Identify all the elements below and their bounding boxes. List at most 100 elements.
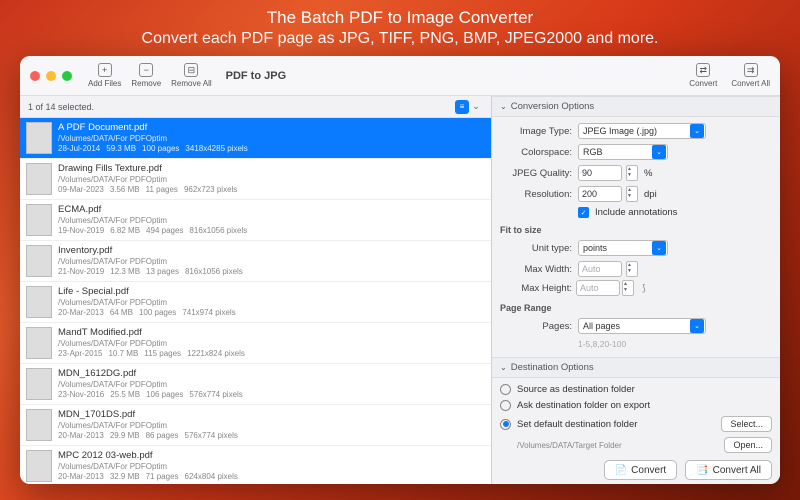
chevron-down-icon: ⌄ [500, 102, 507, 111]
file-thumbnail [26, 122, 52, 154]
dest-source-radio[interactable] [500, 384, 511, 395]
colorspace-select[interactable]: RGB ⌄ [578, 144, 668, 160]
file-row[interactable]: ECMA.pdf/Volumes/DATA/For PDFOptim19-Nov… [20, 200, 491, 241]
pages-hint: 1-5,8,20-100 [578, 339, 772, 349]
file-meta: 09-Mar-20233.56 MB11 pages962x723 pixels [58, 185, 237, 194]
resolution-input[interactable]: 200 [578, 186, 622, 202]
file-path: /Volumes/DATA/For PDFOptim [58, 421, 238, 430]
file-name: A PDF Document.pdf [58, 122, 248, 133]
max-width-label: Max Width: [500, 264, 572, 275]
toolbar-convert-all-button[interactable]: ⇉ Convert All [731, 63, 770, 88]
file-row[interactable]: A PDF Document.pdf/Volumes/DATA/For PDFO… [20, 118, 491, 159]
dest-ask-radio[interactable] [500, 400, 511, 411]
add-files-label: Add Files [88, 79, 121, 88]
file-row[interactable]: Drawing Fills Texture.pdf/Volumes/DATA/F… [20, 159, 491, 200]
file-meta: 19-Nov-20196.82 MB494 pages816x1056 pixe… [58, 226, 247, 235]
zoom-icon[interactable] [62, 71, 72, 81]
image-type-select[interactable]: JPEG Image (.jpg) ⌄ [578, 123, 706, 139]
toolbar-convert-button[interactable]: ⇄ Convert [689, 63, 717, 88]
file-name: ECMA.pdf [58, 204, 247, 215]
unit-type-value: points [583, 243, 607, 253]
convert-all-icon: ⇉ [744, 63, 758, 77]
dest-default-radio[interactable] [500, 419, 511, 430]
file-thumbnail [26, 245, 52, 277]
file-row[interactable]: MandT Modified.pdf/Volumes/DATA/For PDFO… [20, 323, 491, 364]
convert-button[interactable]: 📄 Convert [604, 460, 677, 480]
file-row[interactable]: Inventory.pdf/Volumes/DATA/For PDFOptim2… [20, 241, 491, 282]
lock-aspect-icon[interactable]: ⟆ [642, 283, 646, 294]
dest-ask-label: Ask destination folder on export [517, 400, 650, 411]
chevron-down-icon: ⌄ [690, 319, 704, 333]
app-title: PDF to JPG [226, 70, 287, 82]
remove-button[interactable]: − Remove [131, 63, 161, 88]
max-height-input[interactable]: Auto [576, 280, 620, 296]
remove-label: Remove [131, 79, 161, 88]
select-folder-button[interactable]: Select... [721, 416, 772, 432]
toolbar-convert-all-label: Convert All [731, 79, 770, 88]
file-row[interactable]: MDN_1612DG.pdf/Volumes/DATA/For PDFOptim… [20, 364, 491, 405]
file-row[interactable]: MDN_1701DS.pdf/Volumes/DATA/For PDFOptim… [20, 405, 491, 446]
file-meta: 20-Mar-201329.9 MB86 pages576x774 pixels [58, 431, 238, 440]
max-height-placeholder: Auto [580, 283, 599, 293]
file-thumbnail [26, 163, 52, 195]
window-controls [30, 71, 72, 81]
file-meta: 23-Nov-201625.5 MB106 pages576x774 pixel… [58, 390, 243, 399]
unit-type-select[interactable]: points ⌄ [578, 240, 668, 256]
hero-title: The Batch PDF to Image Converter [267, 8, 533, 28]
file-thumbnail [26, 368, 52, 400]
file-meta: 20-Mar-201364 MB100 pages741x974 pixels [58, 308, 236, 317]
dest-source-label: Source as destination folder [517, 384, 635, 395]
include-annotations-checkbox[interactable]: ✓ [578, 207, 589, 218]
quality-stepper[interactable]: ▲▼ [626, 165, 638, 181]
minimize-icon[interactable] [46, 71, 56, 81]
file-list: A PDF Document.pdf/Volumes/DATA/For PDFO… [20, 118, 491, 484]
file-name: Drawing Fills Texture.pdf [58, 163, 237, 174]
file-path: /Volumes/DATA/For PDFOptim [58, 257, 243, 266]
destination-options-header[interactable]: ⌄ Destination Options [492, 357, 780, 378]
max-width-stepper[interactable]: ▲▼ [626, 261, 638, 277]
file-path: /Volumes/DATA/For PDFOptim [58, 462, 238, 471]
file-meta: 21-Nov-201912.3 MB13 pages816x1056 pixel… [58, 267, 243, 276]
remove-all-label: Remove All [171, 79, 211, 88]
conversion-options-header[interactable]: ⌄ Conversion Options [492, 96, 780, 117]
fit-to-size-heading: Fit to size [500, 225, 772, 235]
add-files-button[interactable]: + Add Files [88, 63, 121, 88]
file-name: MDN_1612DG.pdf [58, 368, 243, 379]
titlebar: + Add Files − Remove ⊟ Remove All PDF to… [20, 56, 780, 96]
file-name: Inventory.pdf [58, 245, 243, 256]
plus-icon: + [98, 63, 112, 77]
open-folder-button[interactable]: Open... [724, 437, 772, 453]
convert-all-button[interactable]: 📑 Convert All [685, 460, 772, 480]
file-name: MDN_1701DS.pdf [58, 409, 238, 420]
jpeg-quality-input[interactable]: 90 [578, 165, 622, 181]
file-thumbnail [26, 450, 52, 482]
quality-unit: % [644, 168, 652, 179]
toolbar-convert-label: Convert [689, 79, 717, 88]
file-path: /Volumes/DATA/For PDFOptim [58, 380, 243, 389]
file-thumbnail [26, 327, 52, 359]
sort-button[interactable]: ≡ [455, 100, 469, 114]
file-row[interactable]: MPC 2012 03-web.pdf/Volumes/DATA/For PDF… [20, 446, 491, 484]
image-type-label: Image Type: [500, 126, 572, 137]
close-icon[interactable] [30, 71, 40, 81]
file-meta: 23-Apr-201510.7 MB115 pages1221x824 pixe… [58, 349, 245, 358]
max-width-input[interactable]: Auto [578, 261, 622, 277]
file-meta: 28-Jul-201459.3 MB100 pages3418x4285 pix… [58, 144, 248, 153]
app-window: + Add Files − Remove ⊟ Remove All PDF to… [20, 56, 780, 484]
remove-all-button[interactable]: ⊟ Remove All [171, 63, 211, 88]
dest-default-label: Set default destination folder [517, 419, 637, 430]
file-row[interactable]: Life - Special.pdf/Volumes/DATA/For PDFO… [20, 282, 491, 323]
pages-select[interactable]: All pages ⌄ [578, 318, 706, 334]
resolution-stepper[interactable]: ▲▼ [626, 186, 638, 202]
convert-icon: ⇄ [696, 63, 710, 77]
pages-value: All pages [583, 321, 620, 331]
chevron-down-icon: ⌄ [652, 145, 666, 159]
options-panel: ⌄ Conversion Options Image Type: JPEG Im… [492, 96, 780, 484]
clear-icon: ⊟ [184, 63, 198, 77]
resolution-value: 200 [582, 189, 597, 199]
convert-icon: 📄 [615, 465, 627, 476]
max-height-stepper[interactable]: ▲▼ [622, 280, 634, 296]
resolution-unit: dpi [644, 189, 657, 200]
file-meta: 20-Mar-201332.9 MB71 pages624x804 pixels [58, 472, 238, 481]
collapse-list-button[interactable]: ⌄ [469, 100, 483, 114]
